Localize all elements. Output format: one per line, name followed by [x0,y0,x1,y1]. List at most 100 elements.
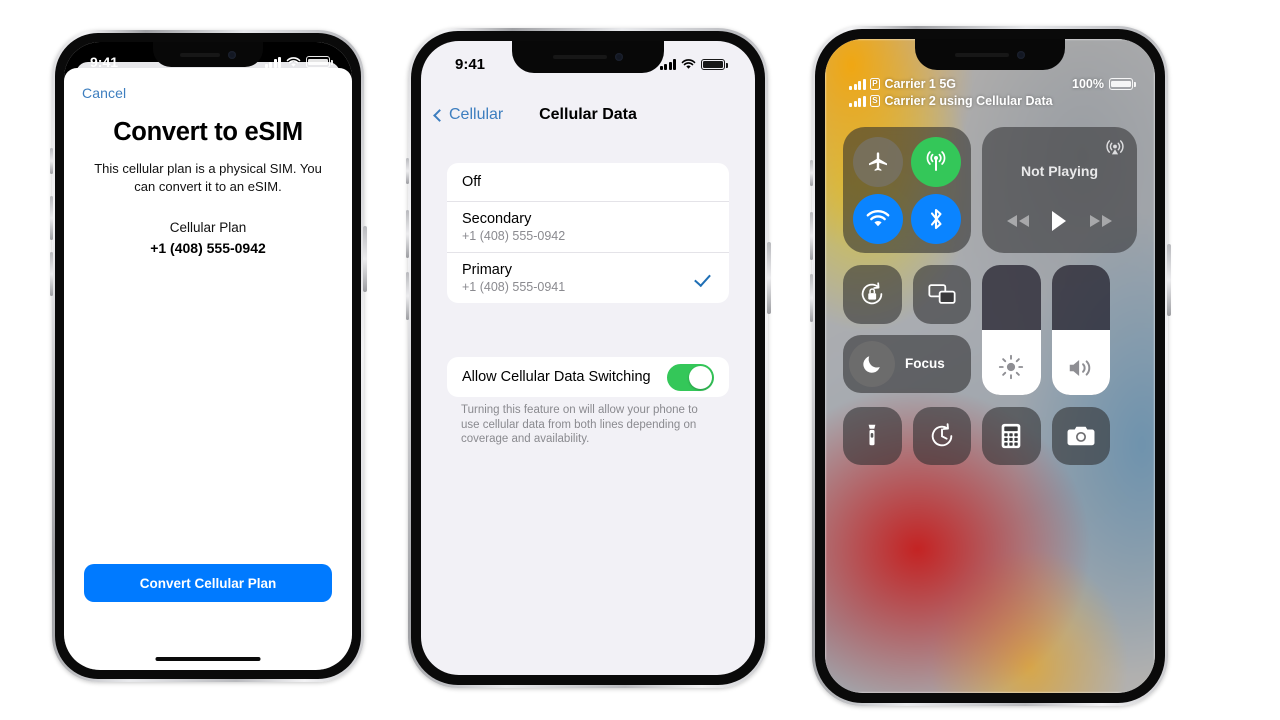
phone-device-3: P Carrier 1 5G S Carrier 2 using Cellula… [809,26,1171,706]
volume-down-button[interactable] [49,252,53,296]
list-item-primary[interactable]: Primary +1 (408) 555-0941 [447,252,729,303]
rotation-lock-button[interactable] [843,265,902,324]
switching-label: Allow Cellular Data Switching [462,369,651,385]
front-camera-icon [1017,50,1025,59]
rotation-lock-icon [862,282,883,305]
status-time: 9:41 [455,56,486,73]
line-number: +1 (408) 555-0942 [462,229,566,243]
cellular-plan-label: Cellular Plan [169,220,247,235]
earpiece-speaker [552,55,608,59]
cellular-data-button[interactable] [911,136,961,187]
media-playback-tile: Not Playing [982,127,1137,253]
dual-sim-carriers: P Carrier 1 5G S Carrier 2 using Cellula… [849,77,1053,108]
power-button[interactable] [1167,244,1171,316]
signal-bars-icon [849,95,866,107]
battery-percent: 100% [1072,77,1104,91]
line-name: Primary [462,262,512,278]
phone-device-1: 9:41 Cancel Convert to eSIM This cellula… [49,30,367,682]
airplay-audio-icon[interactable] [1104,136,1126,158]
timer-button[interactable] [912,406,971,465]
sheet-description: This cellular plan is a physical SIM. Yo… [94,161,322,194]
cellular-line-list: Off Secondary +1 (408) 555-0942 Primary … [447,163,729,303]
home-indicator[interactable] [155,656,261,661]
sheet-title: Convert to eSIM [113,118,303,146]
camera-button[interactable] [1051,406,1110,465]
checkmark-icon [694,269,711,287]
mute-switch[interactable] [50,148,53,174]
volume-up-button[interactable] [405,210,409,258]
list-item-secondary[interactable]: Secondary +1 (408) 555-0942 [447,201,729,252]
wifi-button[interactable] [853,193,903,244]
phone-3-screen: P Carrier 1 5G S Carrier 2 using Cellula… [825,39,1155,693]
play-icon[interactable] [1048,209,1070,233]
flashlight-icon [868,424,876,445]
calculator-icon [1001,423,1021,448]
control-center: Not Playing Focus [843,127,1137,465]
bluetooth-icon [930,208,942,229]
volume-slider[interactable] [1051,265,1111,395]
sim-badge-primary: P [869,78,881,90]
battery-icon [701,58,728,71]
battery-status: 100% [1072,77,1136,91]
volume-up-button[interactable] [49,196,53,240]
notch [915,39,1065,70]
convert-cellular-plan-button[interactable]: Convert Cellular Plan [84,564,332,602]
carrier-label: Carrier 1 5G [884,77,957,91]
notch [153,42,263,67]
allow-cellular-data-switching-row[interactable]: Allow Cellular Data Switching [447,357,729,397]
power-button[interactable] [363,226,367,292]
wifi-icon [286,56,301,68]
camera-icon [1067,426,1095,445]
line-name: Off [462,174,482,190]
phone-2-screen: 9:41 Cellular Cellular Data Off Secondar… [421,41,755,675]
earpiece-speaker [180,52,220,57]
phone-device-2: 9:41 Cellular Cellular Data Off Secondar… [405,28,771,688]
mute-switch[interactable] [810,160,813,186]
list-item-off[interactable]: Off [447,163,729,201]
status-time: 9:41 [90,54,119,70]
power-button[interactable] [767,242,771,314]
front-camera-icon [227,50,236,59]
control-center-status-bar: P Carrier 1 5G S Carrier 2 using Cellula… [825,77,1155,108]
fast-forward-icon[interactable] [1088,213,1114,229]
screen-mirroring-button[interactable] [912,265,971,324]
cancel-button[interactable]: Cancel [82,85,126,101]
volume-up-button[interactable] [809,212,813,260]
line-name: Secondary [462,211,532,227]
timer-icon [931,423,953,447]
screen-mirroring-icon [928,284,956,305]
back-to-cellular-button[interactable]: Cellular [433,106,503,124]
volume-down-button[interactable] [809,274,813,322]
switching-footnote: Turning this feature on will allow your … [461,404,698,445]
wifi-icon [866,209,890,226]
media-title: Not Playing [1020,163,1098,179]
sim-badge-secondary: S [869,95,881,107]
cellular-antenna-icon [926,150,946,171]
carrier-line-primary: P Carrier 1 5G [849,77,1053,91]
calculator-button[interactable] [982,406,1041,465]
battery-icon [306,56,333,68]
airplane-mode-button[interactable] [853,136,903,187]
flashlight-button[interactable] [843,406,902,465]
navigation-bar: Cellular Cellular Data [421,93,755,137]
data-switching-group: Allow Cellular Data Switching [447,357,729,397]
volume-down-button[interactable] [405,272,409,320]
chevron-left-icon [433,108,446,122]
screenshot-canvas: 9:41 Cancel Convert to eSIM This cellula… [0,0,1280,720]
cellular-data-switching-toggle[interactable] [667,363,714,391]
rewind-icon[interactable] [1005,213,1031,229]
airplane-icon [869,151,887,171]
carrier-label: Carrier 2 using Cellular Data [884,94,1053,108]
focus-button[interactable]: Focus [843,334,971,393]
mute-switch[interactable] [406,158,409,184]
signal-bars-icon [849,78,866,90]
line-number: +1 (408) 555-0941 [462,280,566,294]
moon-icon [849,340,895,387]
brightness-slider[interactable] [982,265,1041,395]
volume-icon [1052,355,1111,381]
connectivity-tile [843,127,971,253]
notch [512,41,664,73]
bluetooth-button[interactable] [911,193,961,244]
convert-esim-sheet: Cancel Convert to eSIM This cellular pla… [64,68,352,670]
focus-label: Focus [905,356,945,372]
